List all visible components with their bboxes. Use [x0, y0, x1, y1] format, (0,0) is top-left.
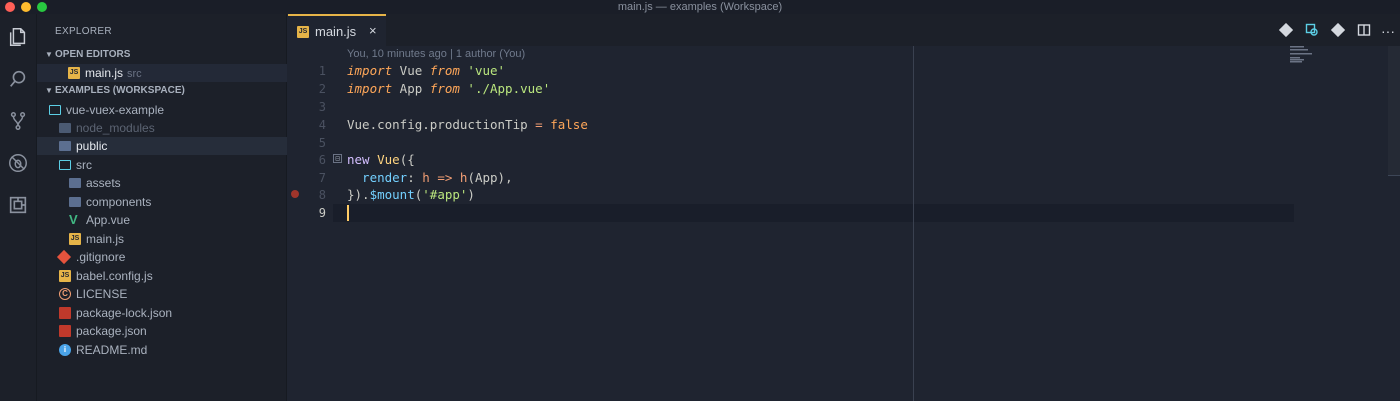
- debug-icon[interactable]: [5, 150, 31, 176]
- open-editor-folder: src: [127, 68, 142, 80]
- tree-item-src[interactable]: src: [37, 156, 287, 174]
- open-changes-icon[interactable]: [1304, 23, 1320, 39]
- git-branch-icon[interactable]: [1330, 22, 1346, 39]
- close-tab-icon[interactable]: ×: [369, 23, 377, 38]
- git-file-icon: [56, 249, 72, 265]
- tree-item-readme[interactable]: i README.md: [37, 341, 287, 359]
- tree-item-node-modules[interactable]: node_modules: [37, 119, 287, 137]
- tree-item-app-vue[interactable]: V App.vue: [37, 211, 287, 229]
- search-icon[interactable]: [5, 66, 31, 92]
- tree-item-license[interactable]: C LICENSE: [37, 285, 287, 303]
- workspace-section-header[interactable]: ▼ EXAMPLES (WORKSPACE): [37, 83, 287, 99]
- npm-icon: [59, 325, 71, 337]
- line-number: 2: [318, 82, 326, 96]
- license-icon: C: [59, 288, 71, 300]
- current-line-highlight: [333, 204, 1294, 222]
- tree-item-vue-vuex-example[interactable]: vue-vuex-example: [37, 101, 287, 119]
- tree-item-package-json[interactable]: package.json: [37, 322, 287, 340]
- line-number: 7: [318, 171, 326, 185]
- tab-main-js[interactable]: JS main.js ×: [288, 14, 386, 46]
- minimap[interactable]: [1290, 46, 1330, 66]
- explorer-sidebar: EXPLORER ▼ OPEN EDITORS JS main.js src ▼ …: [37, 14, 287, 401]
- code-line-2: import App from './App.vue': [347, 81, 551, 96]
- text-cursor: [347, 205, 349, 221]
- git-blame-codelens[interactable]: You, 10 minutes ago | 1 author (You): [347, 48, 525, 60]
- tab-label: main.js: [315, 24, 357, 39]
- line-number: 3: [318, 100, 326, 114]
- editor-tabs: JS main.js ×: [288, 14, 1400, 46]
- chevron-down-icon: ▼: [45, 50, 53, 59]
- js-file-icon: JS: [68, 67, 80, 79]
- tree-item-babel-config[interactable]: JS babel.config.js: [37, 267, 287, 285]
- folder-open-icon: [59, 160, 71, 170]
- open-editor-item[interactable]: JS main.js src: [37, 64, 287, 82]
- breakpoint-marker[interactable]: [291, 190, 299, 198]
- vertical-scrollbar[interactable]: [1388, 46, 1400, 176]
- info-icon: i: [59, 344, 71, 356]
- code-line-8: }).$mount('#app'): [347, 187, 475, 202]
- extensions-icon[interactable]: [5, 192, 31, 218]
- line-number: 4: [318, 118, 326, 132]
- code-line-1: import Vue from 'vue': [347, 63, 506, 78]
- activity-bar: [0, 14, 37, 401]
- line-number: 1: [318, 64, 326, 78]
- title-bar: main.js — examples (Workspace): [0, 0, 1400, 14]
- code-line-7: render: h => h(App),: [347, 170, 513, 185]
- code-line-4: Vue.config.productionTip = false: [347, 117, 588, 132]
- window-title: main.js — examples (Workspace): [617, 1, 783, 13]
- vue-file-icon: V: [69, 212, 78, 227]
- fold-icon[interactable]: ⊟: [333, 154, 342, 163]
- folder-icon: [69, 197, 81, 207]
- line-number: 5: [318, 136, 326, 150]
- folder-open-icon: [49, 105, 61, 115]
- tree-item-package-lock[interactable]: package-lock.json: [37, 304, 287, 322]
- git-compare-icon[interactable]: [1278, 22, 1294, 39]
- source-control-icon[interactable]: [5, 108, 31, 134]
- line-number-active: 9: [318, 206, 326, 220]
- explorer-title: EXPLORER: [55, 26, 112, 37]
- files-icon[interactable]: [5, 24, 31, 50]
- vscode-window: { "window": { "title": "main.js — exampl…: [0, 0, 1400, 401]
- code-editor[interactable]: You, 10 minutes ago | 1 author (You) 1 2…: [288, 46, 1400, 401]
- open-editors-section-header[interactable]: ▼ OPEN EDITORS: [37, 47, 287, 63]
- split-editor-icon[interactable]: [1356, 23, 1372, 39]
- editor-ruler: [913, 46, 914, 401]
- folder-icon: [69, 178, 81, 188]
- js-file-icon: JS: [69, 233, 81, 245]
- js-file-icon: JS: [59, 270, 71, 282]
- more-actions-icon[interactable]: ···: [1380, 23, 1396, 39]
- open-editor-name: main.js: [85, 66, 124, 80]
- line-number: 6: [318, 153, 326, 167]
- tree-item-components[interactable]: components: [37, 193, 287, 211]
- tree-item-main-js[interactable]: JS main.js: [37, 230, 287, 248]
- tree-item-public[interactable]: public: [37, 137, 287, 155]
- npm-lock-icon: [59, 307, 71, 319]
- code-line-6: new Vue({: [347, 152, 415, 167]
- folder-icon: [59, 141, 71, 151]
- node-folder-icon: [59, 123, 71, 133]
- tree-item-gitignore[interactable]: .gitignore: [37, 248, 287, 266]
- js-file-icon: JS: [297, 26, 309, 38]
- tree-item-assets[interactable]: assets: [37, 174, 287, 192]
- chevron-down-icon: ▼: [45, 86, 53, 95]
